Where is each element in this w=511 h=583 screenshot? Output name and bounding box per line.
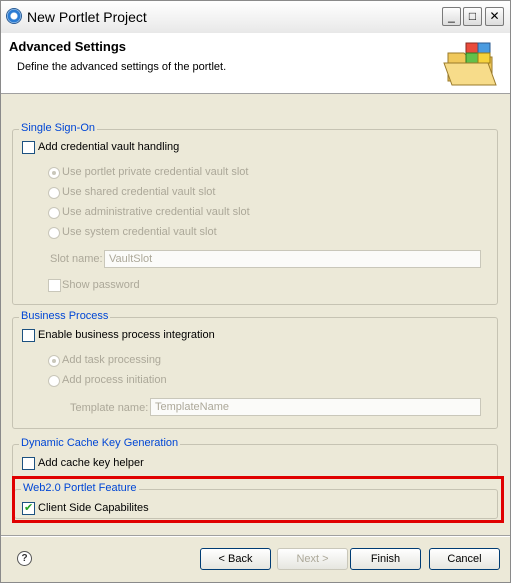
- cache-key-legend: Dynamic Cache Key Generation: [19, 437, 181, 449]
- template-name-label: Template name:: [70, 402, 149, 414]
- title-bar[interactable]: New Portlet Project _ □ ✕: [1, 1, 510, 34]
- slot-name-input[interactable]: VaultSlot: [104, 250, 481, 268]
- radio-task-processing-label: Add task processing: [62, 354, 162, 366]
- radio-system-slot[interactable]: [48, 227, 60, 239]
- page-title: Advanced Settings: [9, 39, 127, 54]
- red-highlight-box: [12, 476, 504, 523]
- dialog-window: New Portlet Project _ □ ✕ Advanced Setti…: [0, 0, 511, 583]
- cache-key-helper-label[interactable]: Add cache key helper: [38, 457, 144, 469]
- radio-shared-slot[interactable]: [48, 187, 60, 199]
- radio-process-initiation-label: Add process initiation: [62, 374, 167, 386]
- cancel-button[interactable]: Cancel: [429, 548, 500, 570]
- help-icon[interactable]: ?: [17, 551, 32, 566]
- business-process-label[interactable]: Enable business process integration: [38, 329, 215, 341]
- radio-task-processing[interactable]: [48, 355, 60, 367]
- cache-key-helper-checkbox[interactable]: [22, 457, 35, 470]
- radio-system-slot-label: Use system credential vault slot: [62, 226, 217, 238]
- radio-process-initiation[interactable]: [48, 375, 60, 387]
- maximize-button[interactable]: □: [463, 7, 482, 26]
- show-password-checkbox[interactable]: [48, 279, 61, 292]
- business-process-legend: Business Process: [19, 310, 111, 322]
- wizard-header: Advanced Settings Define the advanced se…: [1, 33, 510, 94]
- radio-private-slot-label: Use portlet private credential vault slo…: [62, 166, 249, 178]
- business-process-checkbox[interactable]: [22, 329, 35, 342]
- page-description: Define the advanced settings of the port…: [17, 61, 227, 73]
- show-password-label: Show password: [62, 279, 140, 291]
- open-folder-icon: [443, 42, 497, 86]
- radio-admin-slot[interactable]: [48, 207, 60, 219]
- back-button[interactable]: < Back: [200, 548, 271, 570]
- minimize-button[interactable]: _: [442, 7, 461, 26]
- vault-handling-label[interactable]: Add credential vault handling: [38, 141, 179, 153]
- next-button[interactable]: Next >: [277, 548, 348, 570]
- vault-handling-checkbox[interactable]: [22, 141, 35, 154]
- single-sign-on-legend: Single Sign-On: [19, 122, 97, 134]
- footer-separator: [1, 535, 510, 537]
- close-button[interactable]: ✕: [485, 7, 504, 26]
- template-name-input[interactable]: TemplateName: [150, 398, 481, 416]
- radio-shared-slot-label: Use shared credential vault slot: [62, 186, 216, 198]
- radio-admin-slot-label: Use administrative credential vault slot: [62, 206, 250, 218]
- slot-name-label: Slot name:: [50, 253, 103, 265]
- window-title: New Portlet Project: [27, 9, 147, 25]
- portlet-app-icon: [6, 8, 22, 24]
- radio-private-slot[interactable]: [48, 167, 60, 179]
- finish-button[interactable]: Finish: [350, 548, 421, 570]
